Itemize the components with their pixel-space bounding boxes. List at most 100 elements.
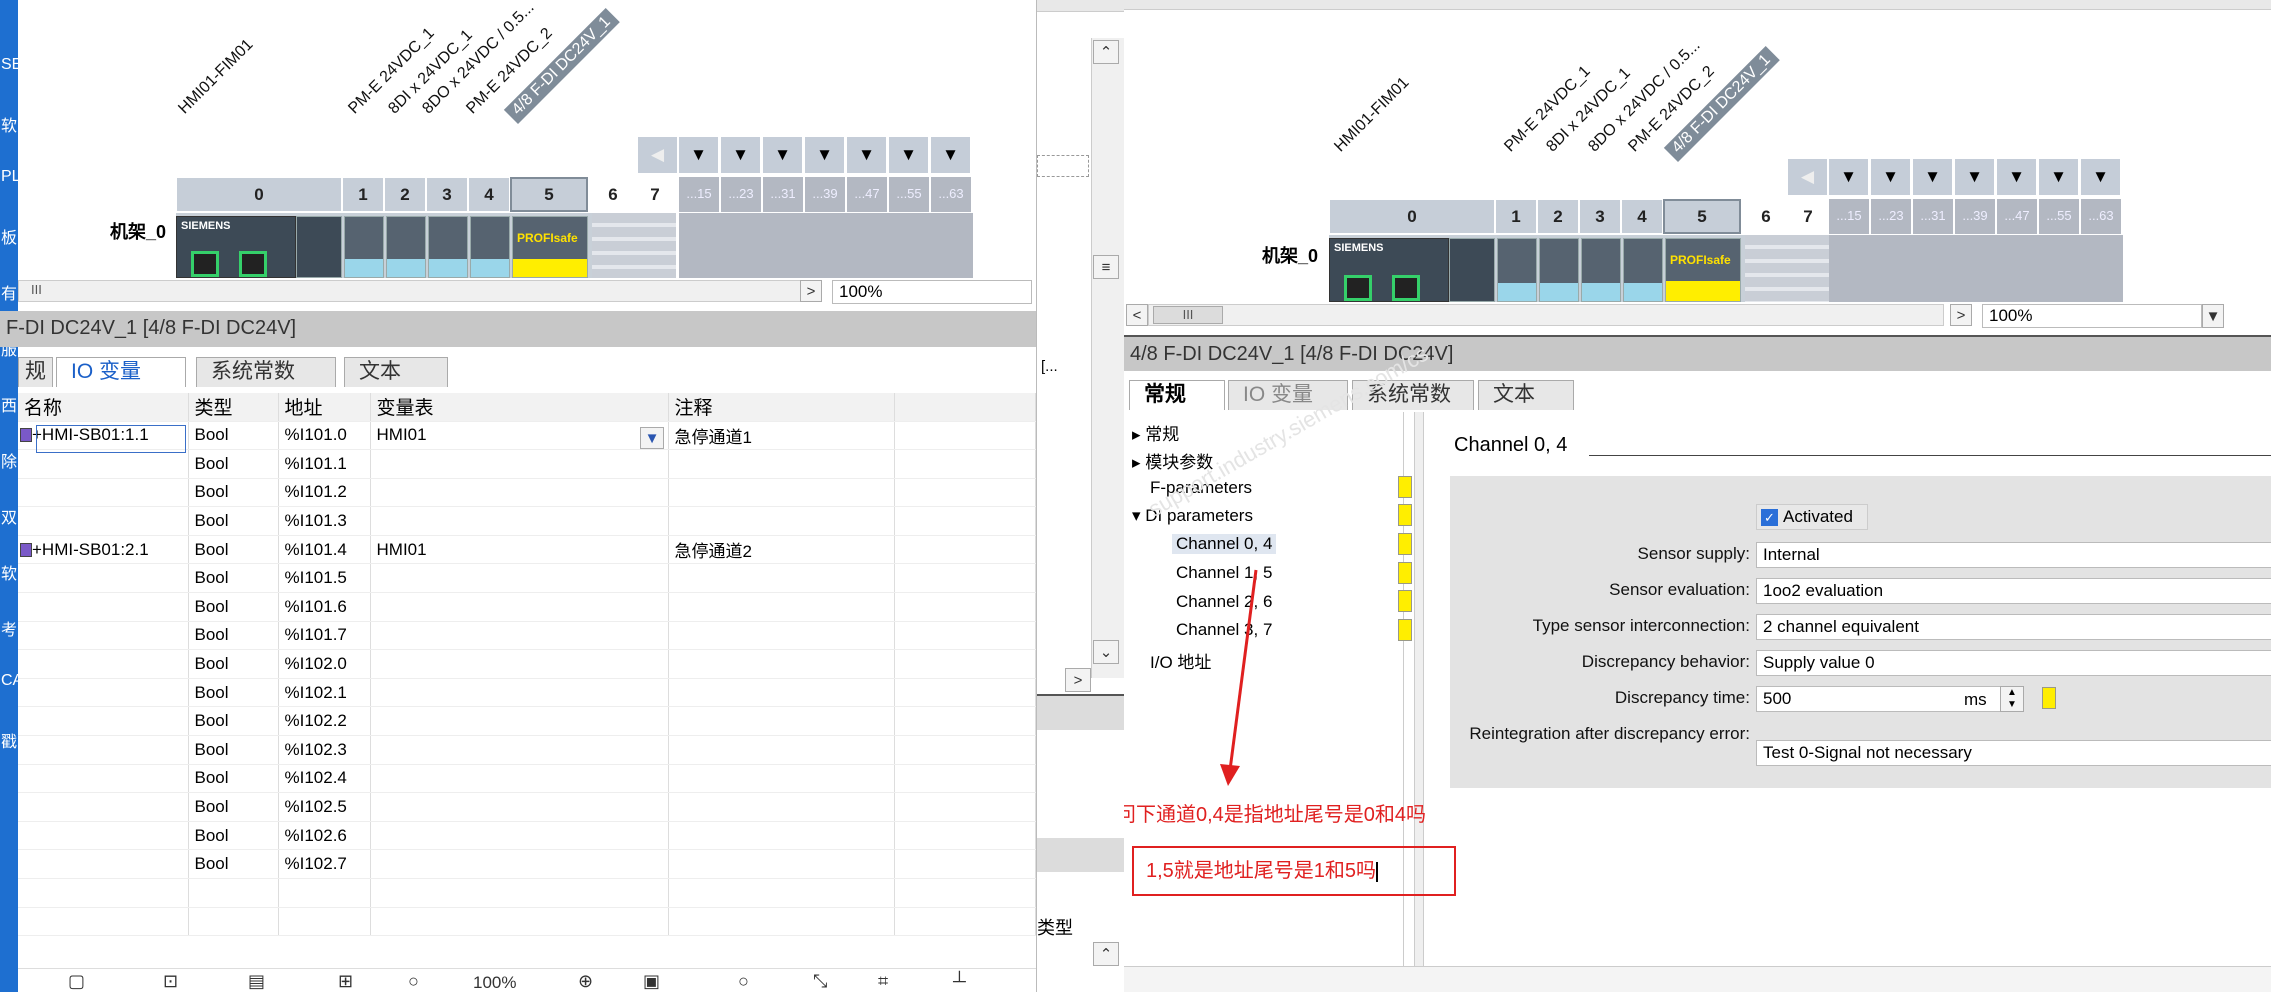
device-name[interactable]: HMI01-FIM01 [175, 36, 257, 118]
table-cell-addr[interactable]: %I102.4 [278, 764, 371, 794]
table-cell-addr[interactable]: %I102.7 [278, 849, 371, 879]
toolbar-icon[interactable]: ▢ [68, 971, 85, 992]
table-cell-type[interactable]: Bool [188, 421, 279, 451]
table-cell-addr[interactable]: %I101.6 [278, 592, 371, 622]
table-row[interactable]: +HMI-SB01:2.1 Bool %I101.4 HMI01 急停通道2 [18, 535, 1036, 565]
table-cell-table[interactable] [370, 563, 669, 594]
table-row[interactable]: Bool %I102.2 [18, 706, 1036, 737]
expand-arrow-icon[interactable]: ▼ [1955, 159, 1995, 195]
expand-arrow-icon[interactable]: ▼ [847, 137, 887, 173]
io-module[interactable] [1623, 238, 1663, 302]
interface-module[interactable] [296, 216, 342, 278]
table-row[interactable]: Bool %I101.5 [18, 563, 1036, 594]
zoom-dropdown-button[interactable]: ▼ [2202, 304, 2224, 328]
expand-arrow-icon[interactable]: ▼ [931, 137, 971, 173]
table-cell-comment[interactable] [668, 592, 895, 622]
table-cell-type[interactable]: Bool [188, 792, 279, 822]
column-header[interactable]: 变量表 [370, 393, 669, 422]
table-row[interactable]: Bool %I101.3 [18, 506, 1036, 536]
table-cell-addr[interactable]: %I101.5 [278, 563, 371, 594]
table-cell-name[interactable] [18, 649, 189, 679]
expand-arrow-icon[interactable]: ▼ [889, 137, 929, 173]
sensor-supply-field[interactable]: Internal [1756, 542, 2271, 568]
discrepancy-behavior-field[interactable]: Supply value 0 [1756, 650, 2271, 676]
io-module[interactable] [1581, 238, 1621, 302]
slot-group[interactable]: ...15 [679, 177, 720, 212]
table-cell-table[interactable] [370, 678, 669, 708]
scroll-right-button[interactable]: > [800, 280, 822, 302]
expand-arrow-icon[interactable]: ▼ [1829, 159, 1869, 195]
table-cell-table[interactable] [370, 478, 669, 508]
table-cell-addr[interactable]: %I101.0 [278, 421, 371, 451]
table-row[interactable]: Bool %I101.1 [18, 449, 1036, 479]
table-cell-type[interactable]: Bool [188, 592, 279, 622]
expand-arrow-icon[interactable]: ▼ [2081, 159, 2121, 195]
table-row[interactable]: Bool %I102.4 [18, 764, 1036, 794]
table-cell-name[interactable] [18, 792, 189, 822]
scroll-up-button[interactable]: ⌃ [1093, 40, 1119, 64]
table-cell-comment[interactable] [668, 764, 895, 794]
table-cell-name[interactable] [18, 592, 189, 622]
table-cell-name[interactable] [18, 506, 189, 536]
column-header[interactable]: 注释 [668, 393, 895, 422]
table-cell-type[interactable]: Bool [188, 621, 279, 651]
slot-header[interactable]: 6 [592, 177, 634, 212]
toolbar-icon[interactable]: ▤ [248, 971, 265, 992]
table-cell-name[interactable] [18, 449, 189, 479]
tab-general[interactable]: 规 [18, 357, 53, 387]
slot-header[interactable]: 7 [1787, 199, 1829, 234]
table-cell-name[interactable] [18, 821, 189, 851]
toolbar-icon[interactable]: ○ [738, 971, 749, 992]
table-cell-name[interactable] [18, 849, 189, 879]
toolbar-icon[interactable]: ⊡ [163, 971, 178, 992]
table-cell-table[interactable] [370, 592, 669, 622]
table-row[interactable]: Bool %I102.6 [18, 821, 1036, 851]
tab-io-tags[interactable]: IO 变量 [56, 357, 186, 387]
expand-arrow-icon[interactable]: ▼ [2039, 159, 2079, 195]
table-cell-addr[interactable]: %I102.2 [278, 706, 371, 737]
table-cell-type[interactable]: Bool [188, 506, 279, 536]
menu-button[interactable]: ≡ [1093, 255, 1119, 279]
table-cell-table[interactable] [370, 792, 669, 822]
expand-arrow-icon[interactable]: ▼ [1997, 159, 2037, 195]
table-cell-table[interactable] [370, 821, 669, 851]
table-row[interactable]: Bool %I102.3 [18, 735, 1036, 765]
table-cell-addr[interactable]: %I101.4 [278, 535, 371, 565]
scroll-right-button[interactable]: > [1065, 668, 1091, 692]
column-header[interactable]: 类型 [188, 393, 279, 422]
table-row[interactable]: Bool %I102.5 [18, 792, 1036, 822]
tab-system-constants[interactable]: 系统常数 [196, 357, 336, 387]
table-cell-comment[interactable] [668, 621, 895, 651]
scroll-right-button[interactable]: > [1950, 304, 1972, 326]
table-cell-comment[interactable] [668, 449, 895, 479]
table-cell-addr[interactable]: %I101.7 [278, 621, 371, 651]
column-header[interactable]: 地址 [278, 393, 371, 422]
table-cell-addr[interactable]: %I102.5 [278, 792, 371, 822]
reintegration-field[interactable]: Test 0-Signal not necessary [1756, 740, 2271, 766]
hmi-module[interactable]: SIEMENS [176, 216, 296, 278]
table-cell-name[interactable] [18, 621, 189, 651]
slot-header-selected[interactable]: 5 [510, 177, 588, 212]
slot-group[interactable]: ...47 [847, 177, 888, 212]
toolbar-icon[interactable]: ┴ [953, 971, 966, 992]
table-cell-comment[interactable] [668, 735, 895, 765]
table-cell-table[interactable] [370, 621, 669, 651]
empty-slot[interactable] [1745, 235, 1829, 302]
slot-group[interactable]: ...39 [805, 177, 846, 212]
io-module[interactable] [386, 216, 426, 278]
horizontal-scrollbar[interactable]: III [18, 280, 818, 302]
table-cell-type[interactable]: Bool [188, 563, 279, 594]
fdi-module[interactable]: PROFIsafe [512, 216, 588, 278]
table-cell-type[interactable]: Bool [188, 678, 279, 708]
table-cell-table[interactable] [370, 449, 669, 479]
table-cell-type[interactable]: Bool [188, 706, 279, 737]
table-cell-addr[interactable]: %I101.1 [278, 449, 371, 479]
fdi-module[interactable]: PROFIsafe [1665, 238, 1741, 302]
slot-group[interactable]: ...31 [1913, 199, 1954, 234]
table-cell-table[interactable] [370, 506, 669, 536]
table-cell-comment[interactable] [668, 821, 895, 851]
zoom-field[interactable]: 100% [1982, 304, 2202, 328]
table-cell-name[interactable]: +HMI-SB01:2.1 [18, 535, 189, 565]
table-cell-comment[interactable] [668, 678, 895, 708]
table-cell-type[interactable]: Bool [188, 735, 279, 765]
